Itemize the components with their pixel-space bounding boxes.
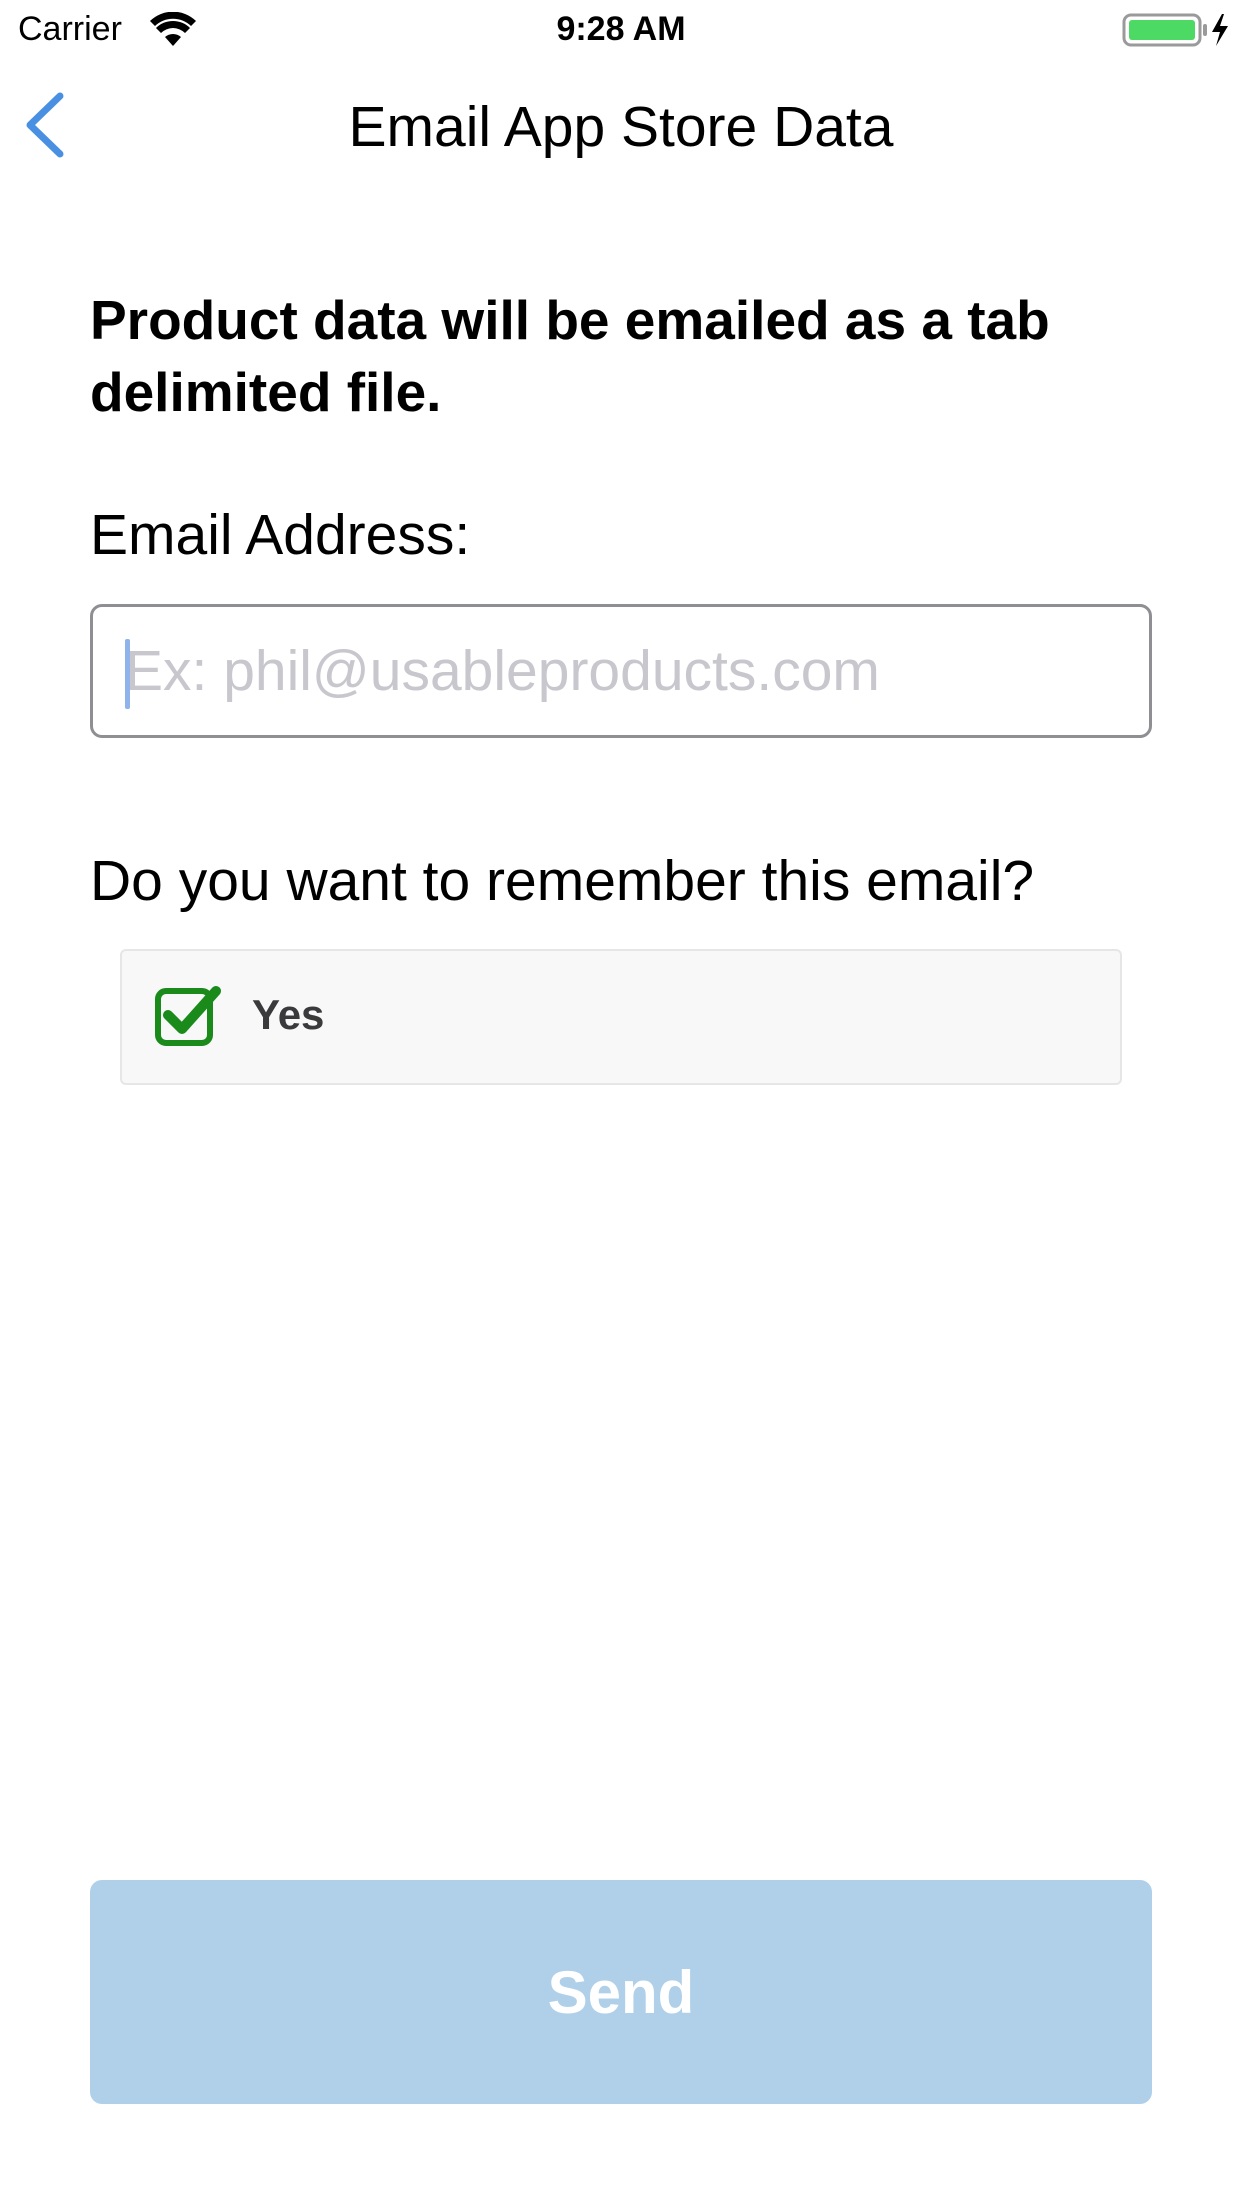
email-label: Email Address: bbox=[90, 503, 471, 567]
page-title: Email App Store Data bbox=[348, 95, 894, 159]
email-field-container bbox=[90, 604, 1152, 738]
battery-charging-icon bbox=[1122, 13, 1228, 47]
checkbox-checked-icon[interactable] bbox=[154, 983, 222, 1051]
remember-option-label: Yes bbox=[252, 991, 325, 1038]
status-time: 9:28 AM bbox=[556, 10, 686, 48]
remember-question: Do you want to remember this email? bbox=[90, 849, 1035, 913]
email-field[interactable] bbox=[93, 607, 1149, 735]
text-cursor bbox=[125, 639, 130, 709]
status-bar: Carrier 9:28 AM bbox=[0, 0, 1242, 60]
send-button[interactable]: Send bbox=[90, 1880, 1152, 2104]
remember-checkbox-option[interactable]: Yes bbox=[120, 949, 1122, 1085]
intro-text: Product data will be emailed as a tab de… bbox=[90, 289, 1050, 423]
navigation-bar: Email App Store Data bbox=[0, 60, 1242, 190]
